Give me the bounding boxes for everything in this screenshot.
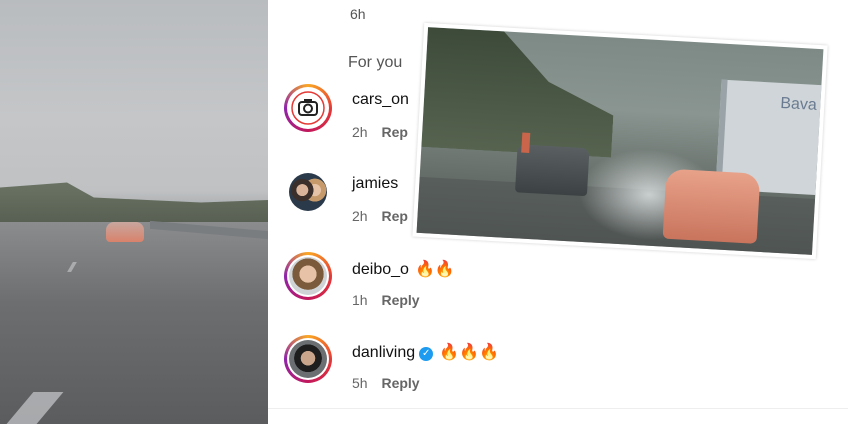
comment-text: 🔥🔥 xyxy=(414,261,455,278)
comment-meta: 2h Rep xyxy=(352,124,408,140)
reply-button[interactable]: Rep xyxy=(381,208,407,224)
comment-time: 5h xyxy=(352,375,368,391)
overlay-scene: Bava xyxy=(416,27,824,255)
video-car xyxy=(106,222,144,242)
for-you-label: For you xyxy=(348,54,403,71)
comment-username-text[interactable]: deibo_o xyxy=(352,261,409,278)
comment-meta: 5h Reply xyxy=(352,375,420,391)
avatar[interactable] xyxy=(284,168,332,216)
avatar-photo xyxy=(289,340,327,378)
comment-text: 🔥🔥🔥 xyxy=(439,344,499,361)
video-player[interactable] xyxy=(0,0,268,424)
overlay-truck-text: Bava xyxy=(779,94,818,114)
divider xyxy=(268,408,848,409)
reply-button[interactable]: Reply xyxy=(381,375,419,391)
comment-row: deibo_o 🔥🔥 1h Reply xyxy=(284,252,844,322)
comment-time: 1h xyxy=(352,292,368,308)
comment-meta: 1h Reply xyxy=(352,292,420,308)
comment-username-text[interactable]: danliving xyxy=(352,344,415,361)
comment-username-text[interactable]: cars_on xyxy=(352,91,409,108)
reply-button[interactable]: Rep xyxy=(381,124,407,140)
avatar-photo xyxy=(289,257,327,295)
overlay-thumbnail: Bava xyxy=(412,22,828,260)
comment-meta: 2h Rep xyxy=(352,208,408,224)
overlay-trees xyxy=(421,27,617,157)
avatar-photo xyxy=(289,173,327,211)
avatar[interactable] xyxy=(284,335,332,383)
previous-comment-time: 6h xyxy=(350,6,366,22)
comment-time: 2h xyxy=(352,124,368,140)
reply-button[interactable]: Reply xyxy=(381,292,419,308)
overlay-person xyxy=(521,132,531,153)
comment-row: danliving ✓ 🔥🔥🔥 5h Reply xyxy=(284,335,844,405)
verified-badge-icon: ✓ xyxy=(419,347,434,361)
comment-username-text[interactable]: jamies xyxy=(352,175,398,192)
comment-username[interactable]: deibo_o 🔥🔥 xyxy=(352,259,455,279)
camera-logo-icon xyxy=(291,91,325,125)
comment-username[interactable]: danliving ✓ 🔥🔥🔥 xyxy=(352,342,499,362)
comment-username[interactable]: cars_on xyxy=(352,91,409,109)
comment-username[interactable]: jamies xyxy=(352,175,398,193)
overlay-orange-car xyxy=(662,168,761,244)
comment-time: 2h xyxy=(352,208,368,224)
avatar[interactable] xyxy=(284,84,332,132)
avatar[interactable] xyxy=(284,252,332,300)
